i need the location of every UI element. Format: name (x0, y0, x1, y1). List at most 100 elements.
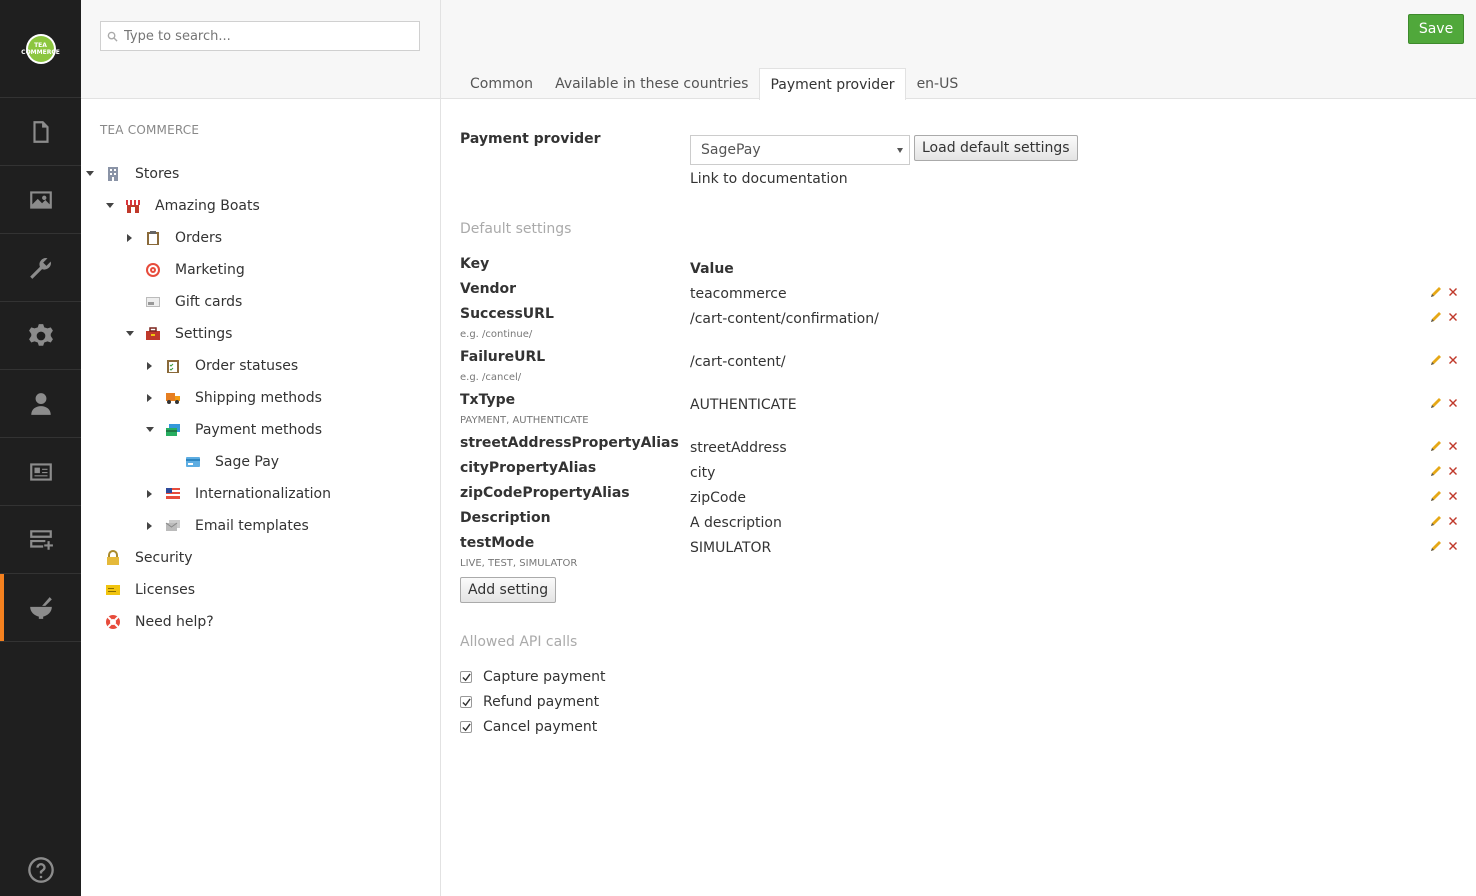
tree-node[interactable]: Shipping methods (145, 382, 322, 414)
tree-node[interactable]: Payment methods (145, 414, 322, 446)
checkbox-label: Refund payment (483, 694, 600, 710)
license-icon (105, 582, 121, 598)
delete-icon[interactable] (1446, 464, 1460, 482)
logo[interactable]: TEA COMMERCE (0, 0, 81, 98)
delete-icon[interactable] (1446, 353, 1460, 371)
setting-value: teacommerce (690, 286, 787, 302)
caret-right-icon[interactable] (145, 489, 155, 499)
pencil-icon[interactable] (1429, 489, 1443, 507)
section-settings[interactable] (0, 234, 81, 302)
save-button[interactable]: Save (1408, 14, 1464, 44)
tab-common[interactable]: Common (459, 68, 544, 99)
caret-down-icon[interactable] (85, 169, 95, 179)
documentation-link[interactable]: Link to documentation (690, 171, 848, 187)
delete-icon[interactable] (1446, 514, 1460, 532)
api-call-checkbox[interactable]: Cancel payment (460, 719, 597, 735)
tree-node-label: Marketing (175, 262, 245, 278)
caret-right-icon[interactable] (145, 393, 155, 403)
setting-key: zipCodePropertyAlias (460, 485, 630, 501)
setting-actions (1429, 489, 1460, 507)
setting-key: Vendor (460, 281, 517, 297)
delete-icon[interactable] (1446, 439, 1460, 457)
pencil-icon[interactable] (1429, 539, 1443, 557)
section-forms[interactable] (0, 506, 81, 574)
load-default-settings-button[interactable]: Load default settings (914, 135, 1078, 161)
setting-actions (1429, 396, 1460, 414)
pencil-icon[interactable] (1429, 310, 1443, 328)
tree-node[interactable]: Marketing (125, 254, 245, 286)
checkbox[interactable] (460, 671, 472, 683)
add-section-icon (29, 529, 53, 550)
caret-right-icon[interactable] (125, 233, 135, 243)
pencil-icon[interactable] (1429, 285, 1443, 303)
delete-icon[interactable] (1446, 285, 1460, 303)
pencil-icon[interactable] (1429, 514, 1443, 532)
tree-node[interactable]: Order statuses (145, 350, 298, 382)
tree-node[interactable]: Internationalization (145, 478, 331, 510)
search-icon (107, 31, 118, 42)
pencil-icon[interactable] (1429, 464, 1443, 482)
add-setting-button[interactable]: Add setting (460, 577, 557, 603)
pencil-icon[interactable] (1429, 353, 1443, 371)
target-icon (145, 262, 161, 278)
section-tea-commerce[interactable] (0, 574, 81, 642)
user-icon (30, 392, 51, 415)
pencil-icon[interactable] (1429, 396, 1443, 414)
caret-down-icon[interactable] (105, 201, 115, 211)
setting-value: zipCode (690, 490, 746, 506)
setting-value: streetAddress (690, 440, 787, 456)
tree-node-label: Sage Pay (215, 454, 280, 470)
help-button[interactable] (0, 856, 81, 884)
setting-key: cityPropertyAlias (460, 460, 597, 476)
setting-actions (1429, 439, 1460, 457)
caret-down-icon[interactable] (145, 425, 155, 435)
app-sidebar: TEA COMMERCE (0, 0, 81, 896)
tree-node[interactable]: Stores (85, 158, 179, 190)
tree-node[interactable]: Email templates (145, 510, 309, 542)
tab-payment-provider[interactable]: Payment provider (759, 68, 906, 100)
tree-node[interactable]: Licenses (85, 574, 195, 606)
section-content[interactable] (0, 98, 81, 166)
setting-value: /cart-content/ (690, 354, 786, 370)
tree-node[interactable]: Sage Pay (165, 446, 279, 478)
tree-node[interactable]: Settings (125, 318, 232, 350)
caret-down-icon[interactable] (125, 329, 135, 339)
tree-node[interactable]: Amazing Boats (105, 190, 260, 222)
setting-key: testMode (460, 535, 535, 551)
tree-node[interactable]: Orders (125, 222, 222, 254)
tree-node[interactable]: Security (85, 542, 193, 574)
delete-icon[interactable] (1446, 489, 1460, 507)
checkbox[interactable] (460, 721, 472, 733)
delete-icon[interactable] (1446, 310, 1460, 328)
tab-countries[interactable]: Available in these countries (544, 68, 759, 99)
delete-icon[interactable] (1446, 539, 1460, 557)
tab-en-us[interactable]: en-US (906, 68, 970, 99)
allowed-api-title: Allowed API calls (460, 634, 578, 650)
api-call-checkbox[interactable]: Capture payment (460, 669, 605, 685)
checklist-icon (165, 358, 181, 374)
caret-right-icon[interactable] (145, 361, 155, 371)
tab-bar: Common Available in these countries Paym… (459, 68, 969, 100)
logo-text: TEA COMMERCE (21, 35, 60, 62)
section-developer[interactable] (0, 302, 81, 370)
tree-panel: TEA COMMERCE Stores Amazing Boats Orders Ma… (81, 0, 441, 896)
setting-hint: PAYMENT, AUTHENTICATE (460, 415, 589, 426)
value-header: Value (690, 261, 734, 277)
key-header: Key (460, 256, 490, 272)
store-icon (125, 198, 141, 214)
pencil-icon[interactable] (1429, 439, 1443, 457)
delete-icon[interactable] (1446, 396, 1460, 414)
caret-right-icon[interactable] (145, 521, 155, 531)
search-box[interactable] (100, 21, 420, 51)
cards-icon (165, 422, 181, 438)
tree-node[interactable]: Gift cards (125, 286, 242, 318)
section-media[interactable] (0, 166, 81, 234)
checkbox[interactable] (460, 696, 472, 708)
tree-node[interactable]: Need help? (85, 606, 214, 638)
search-input[interactable] (124, 28, 414, 44)
api-call-checkbox[interactable]: Refund payment (460, 694, 599, 710)
provider-select[interactable]: SagePay (690, 135, 910, 165)
provider-label: Payment provider (460, 131, 601, 147)
section-users[interactable] (0, 370, 81, 438)
section-members[interactable] (0, 438, 81, 506)
